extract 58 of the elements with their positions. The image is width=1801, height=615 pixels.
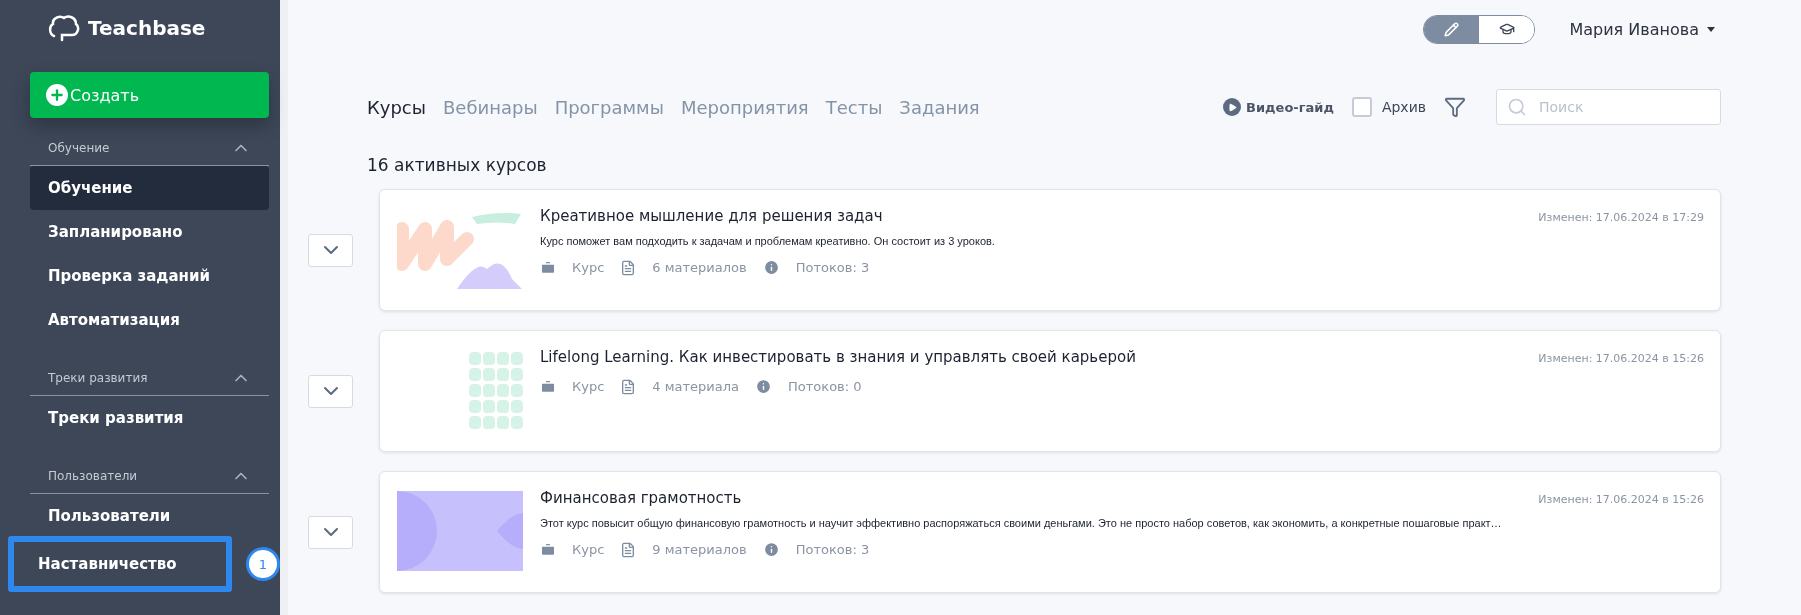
sidebar-item[interactable]: Наставничество xyxy=(30,542,220,586)
course-title[interactable]: Креативное мышление для решения задач xyxy=(540,207,883,225)
pencil-icon xyxy=(1444,21,1460,37)
graduation-cap-icon xyxy=(1498,21,1515,37)
checkbox[interactable] xyxy=(1351,97,1372,117)
sidebar-item[interactable]: Проверка заданий xyxy=(30,254,269,298)
section-title: Пользователи xyxy=(48,468,138,483)
plus-icon xyxy=(46,84,68,106)
logo-text: Teachbase xyxy=(88,15,206,40)
course-title[interactable]: Lifelong Learning. Как инвестировать в знания и управлять своей карьерой xyxy=(540,348,1136,366)
info-icon xyxy=(762,541,780,558)
briefcase-icon xyxy=(540,259,556,276)
expand-button[interactable] xyxy=(308,515,353,549)
materials-count: 4 материала xyxy=(652,379,740,394)
course-type: Курс xyxy=(572,379,605,394)
step-number-badge: 1 xyxy=(246,547,280,581)
sidebar-item[interactable]: Запланировано xyxy=(30,210,269,254)
modified-date: Изменен: 17.06.2024 в 15:26 xyxy=(1538,352,1704,365)
sidebar-item[interactable]: Обучение xyxy=(30,166,269,210)
streams-count: Потоков: 0 xyxy=(788,379,862,394)
filter-icon[interactable] xyxy=(1444,96,1466,118)
modified-date: Изменен: 17.06.2024 в 17:29 xyxy=(1538,211,1704,224)
document-icon xyxy=(620,541,637,558)
mode-button[interactable] xyxy=(1424,15,1480,43)
materials-count: 6 материалов xyxy=(652,260,747,275)
document-icon xyxy=(620,378,637,395)
search-field[interactable]: Поиск xyxy=(1496,89,1721,125)
info-icon xyxy=(755,378,773,395)
section-title: Треки развития xyxy=(48,370,148,385)
tab[interactable]: Курсы xyxy=(367,96,426,118)
course-description: Этот курс повысит общую финансовую грамотность и научит эффективно распоряжаться своими деньгами. Это не просто набор советов, как экономить, а конкретные пошаговые практ… xyxy=(540,517,1503,529)
streams-count: Потоков: 3 xyxy=(795,260,870,275)
sidebar-item[interactable]: Треки развития xyxy=(30,396,269,440)
info-icon xyxy=(762,259,780,276)
briefcase-icon xyxy=(540,541,556,558)
briefcase-icon xyxy=(540,378,556,395)
expand-button[interactable] xyxy=(308,374,353,408)
play-icon xyxy=(1223,98,1242,116)
sidebar-item[interactable]: Автоматизация xyxy=(30,298,269,342)
course-count-heading: 16 активных курсов xyxy=(366,155,548,175)
course-description: Курс поможет вам подходить к задачам и проблемам креативно. Он состоит из 3 уроков. xyxy=(540,235,996,247)
mode-button[interactable] xyxy=(1479,15,1535,43)
search-icon xyxy=(1507,97,1527,117)
sidebar-item[interactable]: Пользователи xyxy=(30,494,269,538)
caret-icon xyxy=(1707,26,1715,32)
video-guide-link[interactable]: Видео-гайд xyxy=(1223,98,1334,116)
section-title: Обучение xyxy=(48,140,110,155)
course-type: Курс xyxy=(572,542,605,557)
course-type: Курс xyxy=(572,260,605,275)
search-input[interactable]: Поиск xyxy=(1537,98,1710,116)
course-title[interactable]: Финансовая грамотность xyxy=(540,489,742,507)
document-icon xyxy=(620,259,637,276)
expand-button[interactable] xyxy=(308,233,353,267)
user-menu[interactable]: Мария Иванова xyxy=(1563,18,1721,40)
archive-checkbox[interactable]: Архив xyxy=(1351,97,1426,117)
materials-count: 9 материалов xyxy=(652,542,747,557)
streams-count: Потоков: 3 xyxy=(795,542,870,557)
modified-date: Изменен: 17.06.2024 в 15:26 xyxy=(1538,493,1704,506)
